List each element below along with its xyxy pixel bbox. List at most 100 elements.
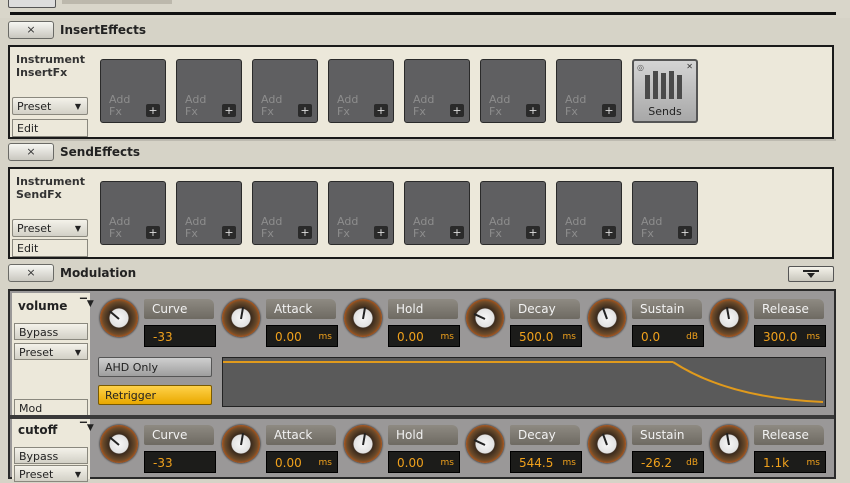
hold-knob[interactable] bbox=[344, 299, 382, 337]
plus-icon[interactable]: + bbox=[374, 104, 388, 117]
plus-icon[interactable]: + bbox=[374, 226, 388, 239]
envelope-display[interactable] bbox=[222, 357, 826, 407]
plus-icon[interactable]: + bbox=[146, 104, 160, 117]
sustain-value[interactable]: 0.0 dB bbox=[632, 325, 704, 347]
plus-icon[interactable]: + bbox=[678, 226, 692, 239]
send-fx-panel: Instrument SendFx Preset ▼ Edit Add Fx + Add… bbox=[8, 167, 834, 259]
add-fx-slot[interactable]: Add Fx + bbox=[480, 181, 546, 245]
modulation-close-button[interactable]: × bbox=[8, 264, 54, 282]
cut-label bbox=[62, 0, 172, 4]
power-icon[interactable]: ◎ bbox=[637, 63, 644, 72]
collapse-arrow-icon[interactable]: ▔▼ bbox=[80, 299, 94, 309]
sends-bar bbox=[653, 71, 658, 99]
sends-bar bbox=[669, 71, 674, 99]
send-effects-close-button[interactable]: × bbox=[8, 143, 54, 161]
add-fx-slot[interactable]: Add Fx + bbox=[556, 59, 622, 123]
chevron-down-icon: ▼ bbox=[74, 470, 81, 479]
add-fx-slot[interactable]: Add Fx + bbox=[632, 181, 698, 245]
hold-value[interactable]: 0.00 ms bbox=[388, 325, 460, 347]
add-fx-slot[interactable]: Add Fx + bbox=[328, 181, 394, 245]
release-knob[interactable] bbox=[710, 299, 748, 337]
collapse-button[interactable] bbox=[788, 266, 834, 282]
arrow-down-icon bbox=[807, 273, 815, 278]
curve-knob[interactable] bbox=[100, 299, 138, 337]
add-fx-line2: Fx bbox=[565, 227, 578, 240]
curve-value[interactable]: -33 bbox=[144, 325, 216, 347]
add-fx-slot[interactable]: Add Fx + bbox=[252, 59, 318, 123]
add-fx-slot[interactable]: Add Fx + bbox=[100, 59, 166, 123]
add-fx-slot[interactable]: Add Fx + bbox=[176, 181, 242, 245]
decay-unit: ms bbox=[562, 458, 576, 468]
curve-knob[interactable] bbox=[100, 425, 138, 463]
volume-preset-dropdown[interactable]: Preset ▼ bbox=[14, 343, 88, 360]
insert-edit-button[interactable]: Edit bbox=[12, 119, 88, 137]
plus-icon[interactable]: + bbox=[146, 226, 160, 239]
plus-icon[interactable]: + bbox=[450, 226, 464, 239]
knob-pointer bbox=[240, 307, 245, 320]
decay-knob[interactable] bbox=[466, 425, 504, 463]
retrigger-button[interactable]: Retrigger bbox=[98, 385, 212, 405]
add-fx-slot[interactable]: Add Fx + bbox=[100, 181, 166, 245]
add-fx-slot[interactable]: Add Fx + bbox=[480, 59, 546, 123]
plus-icon[interactable]: + bbox=[298, 226, 312, 239]
mod-tab[interactable]: Mod bbox=[14, 399, 88, 416]
ahd-only-button[interactable]: AHD Only bbox=[98, 357, 212, 377]
sustain-knob[interactable] bbox=[588, 425, 626, 463]
attack-value[interactable]: 0.00 ms bbox=[266, 451, 338, 473]
insert-effects-close-button[interactable]: × bbox=[8, 21, 54, 39]
decay-label: Decay bbox=[510, 425, 580, 445]
add-fx-label: Add Fx bbox=[109, 216, 139, 240]
plus-icon[interactable]: + bbox=[602, 226, 616, 239]
attack-knob[interactable] bbox=[222, 299, 260, 337]
chevron-down-icon: ▼ bbox=[74, 224, 81, 233]
release-label: Release bbox=[754, 425, 824, 445]
decay-value[interactable]: 544.5 ms bbox=[510, 451, 582, 473]
add-fx-slot[interactable]: Add Fx + bbox=[252, 181, 318, 245]
insert-fx-label-line2: InsertFx bbox=[16, 66, 68, 79]
decay-value[interactable]: 500.0 ms bbox=[510, 325, 582, 347]
send-fx-label: Instrument SendFx bbox=[16, 175, 85, 201]
release-value[interactable]: 1.1k ms bbox=[754, 451, 826, 473]
plus-icon[interactable]: + bbox=[602, 104, 616, 117]
plus-icon[interactable]: + bbox=[222, 226, 236, 239]
release-value[interactable]: 300.0 ms bbox=[754, 325, 826, 347]
cut-button[interactable] bbox=[8, 0, 56, 8]
hold-value[interactable]: 0.00 ms bbox=[388, 451, 460, 473]
volume-bypass-button[interactable]: Bypass bbox=[14, 323, 88, 340]
insert-effects-title: InsertEffects bbox=[60, 23, 146, 37]
cutoff-bypass-button[interactable]: Bypass bbox=[14, 447, 88, 464]
send-preset-dropdown[interactable]: Preset ▼ bbox=[12, 219, 88, 237]
plus-icon[interactable]: + bbox=[526, 226, 540, 239]
sends-label: Sends bbox=[648, 105, 682, 118]
hold-label: Hold bbox=[388, 299, 458, 319]
sends-slot[interactable]: ◎ ✕ Sends bbox=[632, 59, 698, 123]
plus-icon[interactable]: + bbox=[526, 104, 540, 117]
cutoff-preset-dropdown[interactable]: Preset ▼ bbox=[14, 465, 88, 482]
add-fx-line2: Fx bbox=[109, 227, 122, 240]
release-value-text: 1.1k bbox=[763, 456, 790, 470]
decay-knob[interactable] bbox=[466, 299, 504, 337]
add-fx-slot[interactable]: Add Fx + bbox=[328, 59, 394, 123]
add-fx-slot[interactable]: Add Fx + bbox=[176, 59, 242, 123]
plus-icon[interactable]: + bbox=[298, 104, 312, 117]
collapse-arrow-icon[interactable]: ▔▼ bbox=[80, 423, 94, 433]
add-fx-line2: Fx bbox=[337, 105, 350, 118]
hold-knob[interactable] bbox=[344, 425, 382, 463]
cutoff-name: cutoff bbox=[18, 423, 58, 437]
sustain-knob[interactable] bbox=[588, 299, 626, 337]
release-knob[interactable] bbox=[710, 425, 748, 463]
close-icon[interactable]: ✕ bbox=[686, 62, 693, 71]
add-fx-slot[interactable]: Add Fx + bbox=[404, 181, 470, 245]
attack-value[interactable]: 0.00 ms bbox=[266, 325, 338, 347]
plus-icon[interactable]: + bbox=[222, 104, 236, 117]
insert-preset-dropdown[interactable]: Preset ▼ bbox=[12, 97, 88, 115]
plus-icon[interactable]: + bbox=[450, 104, 464, 117]
send-edit-button[interactable]: Edit bbox=[12, 239, 88, 257]
chevron-down-icon: ▼ bbox=[74, 102, 81, 111]
attack-knob[interactable] bbox=[222, 425, 260, 463]
add-fx-slot[interactable]: Add Fx + bbox=[556, 181, 622, 245]
attack-value-text: 0.00 bbox=[275, 456, 302, 470]
add-fx-slot[interactable]: Add Fx + bbox=[404, 59, 470, 123]
sustain-value[interactable]: -26.2 dB bbox=[632, 451, 704, 473]
curve-value[interactable]: -33 bbox=[144, 451, 216, 473]
